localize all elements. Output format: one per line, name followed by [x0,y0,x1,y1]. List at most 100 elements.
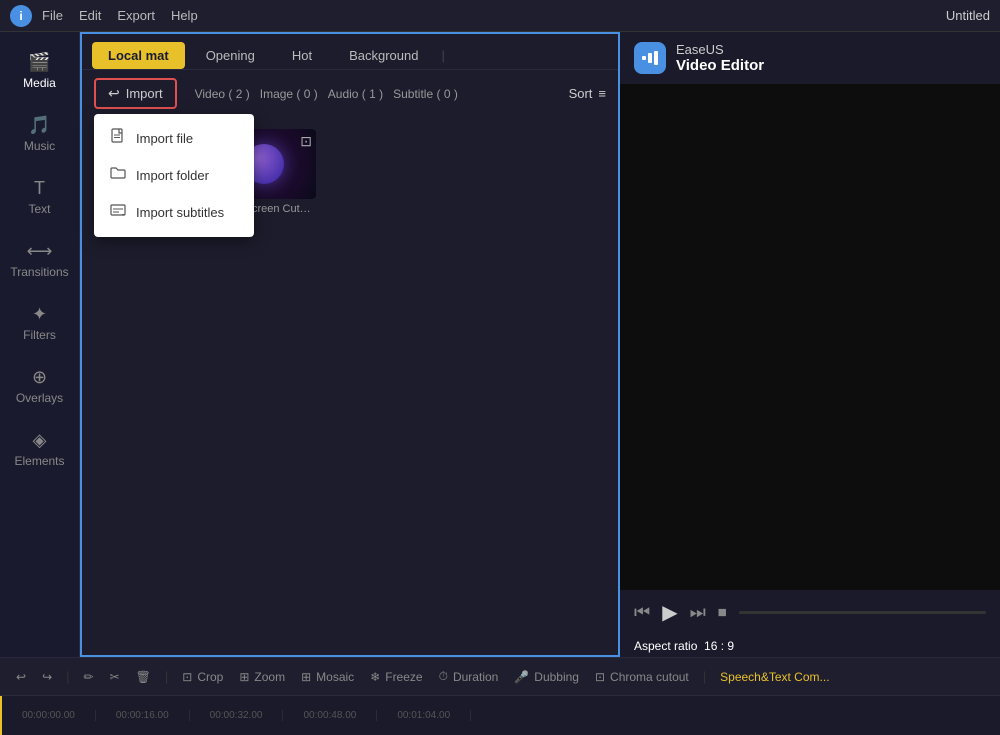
sidebar-label-transitions: Transitions [5,265,74,279]
menu-bar: File Edit Export Help [42,8,198,23]
tab-hot[interactable]: Hot [276,42,328,69]
timeline-marker-2: 00:00:32.00 [190,710,284,721]
folder-icon [110,165,126,186]
split-icon: ✂ [110,670,120,684]
filters-icon: ✦ [5,304,74,325]
aspect-ratio-bar: Aspect ratio 16 : 9 [620,635,1000,657]
sidebar-item-music[interactable]: 🎵 Music [0,105,79,163]
dubbing-label: Dubbing [534,670,579,684]
tabs-bar: Local mat Opening Hot Background | [82,34,618,70]
import-subtitles-item[interactable]: Import subtitles [94,194,254,231]
speech-text-label: Speech&Text Com... [720,670,829,684]
filter-image[interactable]: Image ( 0 ) [260,87,318,101]
sort-icon: ≡ [598,86,606,101]
text-icon: T [5,178,74,199]
sidebar-item-transitions[interactable]: ⟷ Transitions [0,231,79,289]
crop-button[interactable]: ⊡ Crop [176,670,229,684]
sort-button[interactable]: Sort ≡ [569,86,606,101]
filter-subtitle[interactable]: Subtitle ( 0 ) [393,87,458,101]
sidebar-label-music: Music [5,139,74,153]
import-button[interactable]: ↩ Import [94,78,177,109]
left-sidebar: 🎬 Media 🎵 Music T Text ⟷ Transitions ✦ F… [0,32,80,657]
import-folder-label: Import folder [136,168,209,183]
timeline-marker-1: 00:00:16.00 [96,710,190,721]
import-folder-item[interactable]: Import folder [94,157,254,194]
edit-button[interactable]: ✏ [78,670,100,684]
mosaic-label: Mosaic [316,670,354,684]
preview-header: EaseUS Video Editor [620,32,1000,84]
filter-tabs: Video ( 2 ) Image ( 0 ) Audio ( 1 ) Subt… [195,87,458,101]
media-toolbar: ↩ Import Import file [82,70,618,117]
crop-label: Crop [197,670,223,684]
filter-audio[interactable]: Audio ( 1 ) [328,87,383,101]
aspect-ratio-label: Aspect ratio [634,639,697,653]
sidebar-item-filters[interactable]: ✦ Filters [0,294,79,352]
undo-button[interactable]: ↩ [10,670,32,684]
tab-opening[interactable]: Opening [190,42,271,69]
tab-background[interactable]: Background [333,42,434,69]
zoom-icon: ⊞ [239,670,249,684]
timeline-marker-0: 00:00:00.00 [2,710,96,721]
play-button[interactable]: ▶ [662,600,677,625]
file-icon [110,128,126,149]
sidebar-label-overlays: Overlays [5,391,74,405]
chroma-icon: ⊡ [595,670,605,684]
import-file-label: Import file [136,131,193,146]
preview-progress-bar[interactable] [739,611,986,614]
overlays-icon: ⊕ [5,367,74,388]
sidebar-item-overlays[interactable]: ⊕ Overlays [0,357,79,415]
menu-help[interactable]: Help [171,8,198,23]
freeze-label: Freeze [385,670,422,684]
split-button[interactable]: ✂ [104,670,126,684]
preview-panel: EaseUS Video Editor ⏮ ▶ ⏭ ⏹ Aspect ratio… [620,32,1000,657]
toolbar-divider-3: | [703,669,706,684]
menu-export[interactable]: Export [117,8,155,23]
window-title: Untitled [946,8,990,23]
zoom-button[interactable]: ⊞ Zoom [233,670,291,684]
step-back-button[interactable]: ⏮ [634,602,650,623]
delete-icon: 🗑 [136,670,151,684]
aspect-ratio-value: 16 : 9 [704,639,734,653]
import-file-item[interactable]: Import file [94,120,254,157]
undo-icon: ↩ [16,670,26,684]
dubbing-icon: 🎤 [514,670,529,684]
dubbing-button[interactable]: 🎤 Dubbing [508,670,585,684]
screen-record-icon: ⊡ [300,133,312,150]
sidebar-item-media[interactable]: 🎬 Media [0,42,79,100]
app-logo: i [10,5,32,27]
easeus-logo [634,42,666,74]
mosaic-button[interactable]: ⊞ Mosaic [295,670,360,684]
duration-icon: ⏱ [439,669,448,684]
menu-file[interactable]: File [42,8,63,23]
timeline-marker-4: 00:01:04.00 [377,710,471,721]
tab-local-mat[interactable]: Local mat [92,42,185,69]
timeline: 00:00:00.00 00:00:16.00 00:00:32.00 00:0… [0,695,1000,735]
freeze-button[interactable]: ❄ Freeze [364,670,428,684]
sidebar-label-filters: Filters [5,328,74,342]
music-icon: 🎵 [5,115,74,136]
tab-divider: | [441,48,444,63]
mosaic-icon: ⊞ [301,670,311,684]
zoom-label: Zoom [254,670,285,684]
subtitle-icon [110,202,126,223]
transitions-icon: ⟷ [5,241,74,262]
redo-icon: ↪ [42,670,52,684]
sidebar-item-elements[interactable]: ◈ Elements [0,420,79,478]
sidebar-label-text: Text [5,202,74,216]
duration-button[interactable]: ⏱ Duration [433,669,505,684]
chroma-cutout-button[interactable]: ⊡ Chroma cutout [589,670,695,684]
preview-app-name: EaseUS Video Editor [676,42,764,74]
redo-button[interactable]: ↪ [36,670,58,684]
sidebar-item-text[interactable]: T Text [0,168,79,226]
delete-button[interactable]: 🗑 [130,670,157,684]
menu-edit[interactable]: Edit [79,8,101,23]
step-forward-button[interactable]: ⏭ [690,602,706,623]
main-layout: 🎬 Media 🎵 Music T Text ⟷ Transitions ✦ F… [0,32,1000,657]
stop-button[interactable]: ⏹ [718,602,727,623]
titlebar: i File Edit Export Help Untitled [0,0,1000,32]
filter-video[interactable]: Video ( 2 ) [195,87,250,101]
sidebar-label-elements: Elements [5,454,74,468]
preview-area [620,84,1000,590]
import-label: Import [126,86,163,101]
speech-text-button[interactable]: Speech&Text Com... [714,670,835,684]
